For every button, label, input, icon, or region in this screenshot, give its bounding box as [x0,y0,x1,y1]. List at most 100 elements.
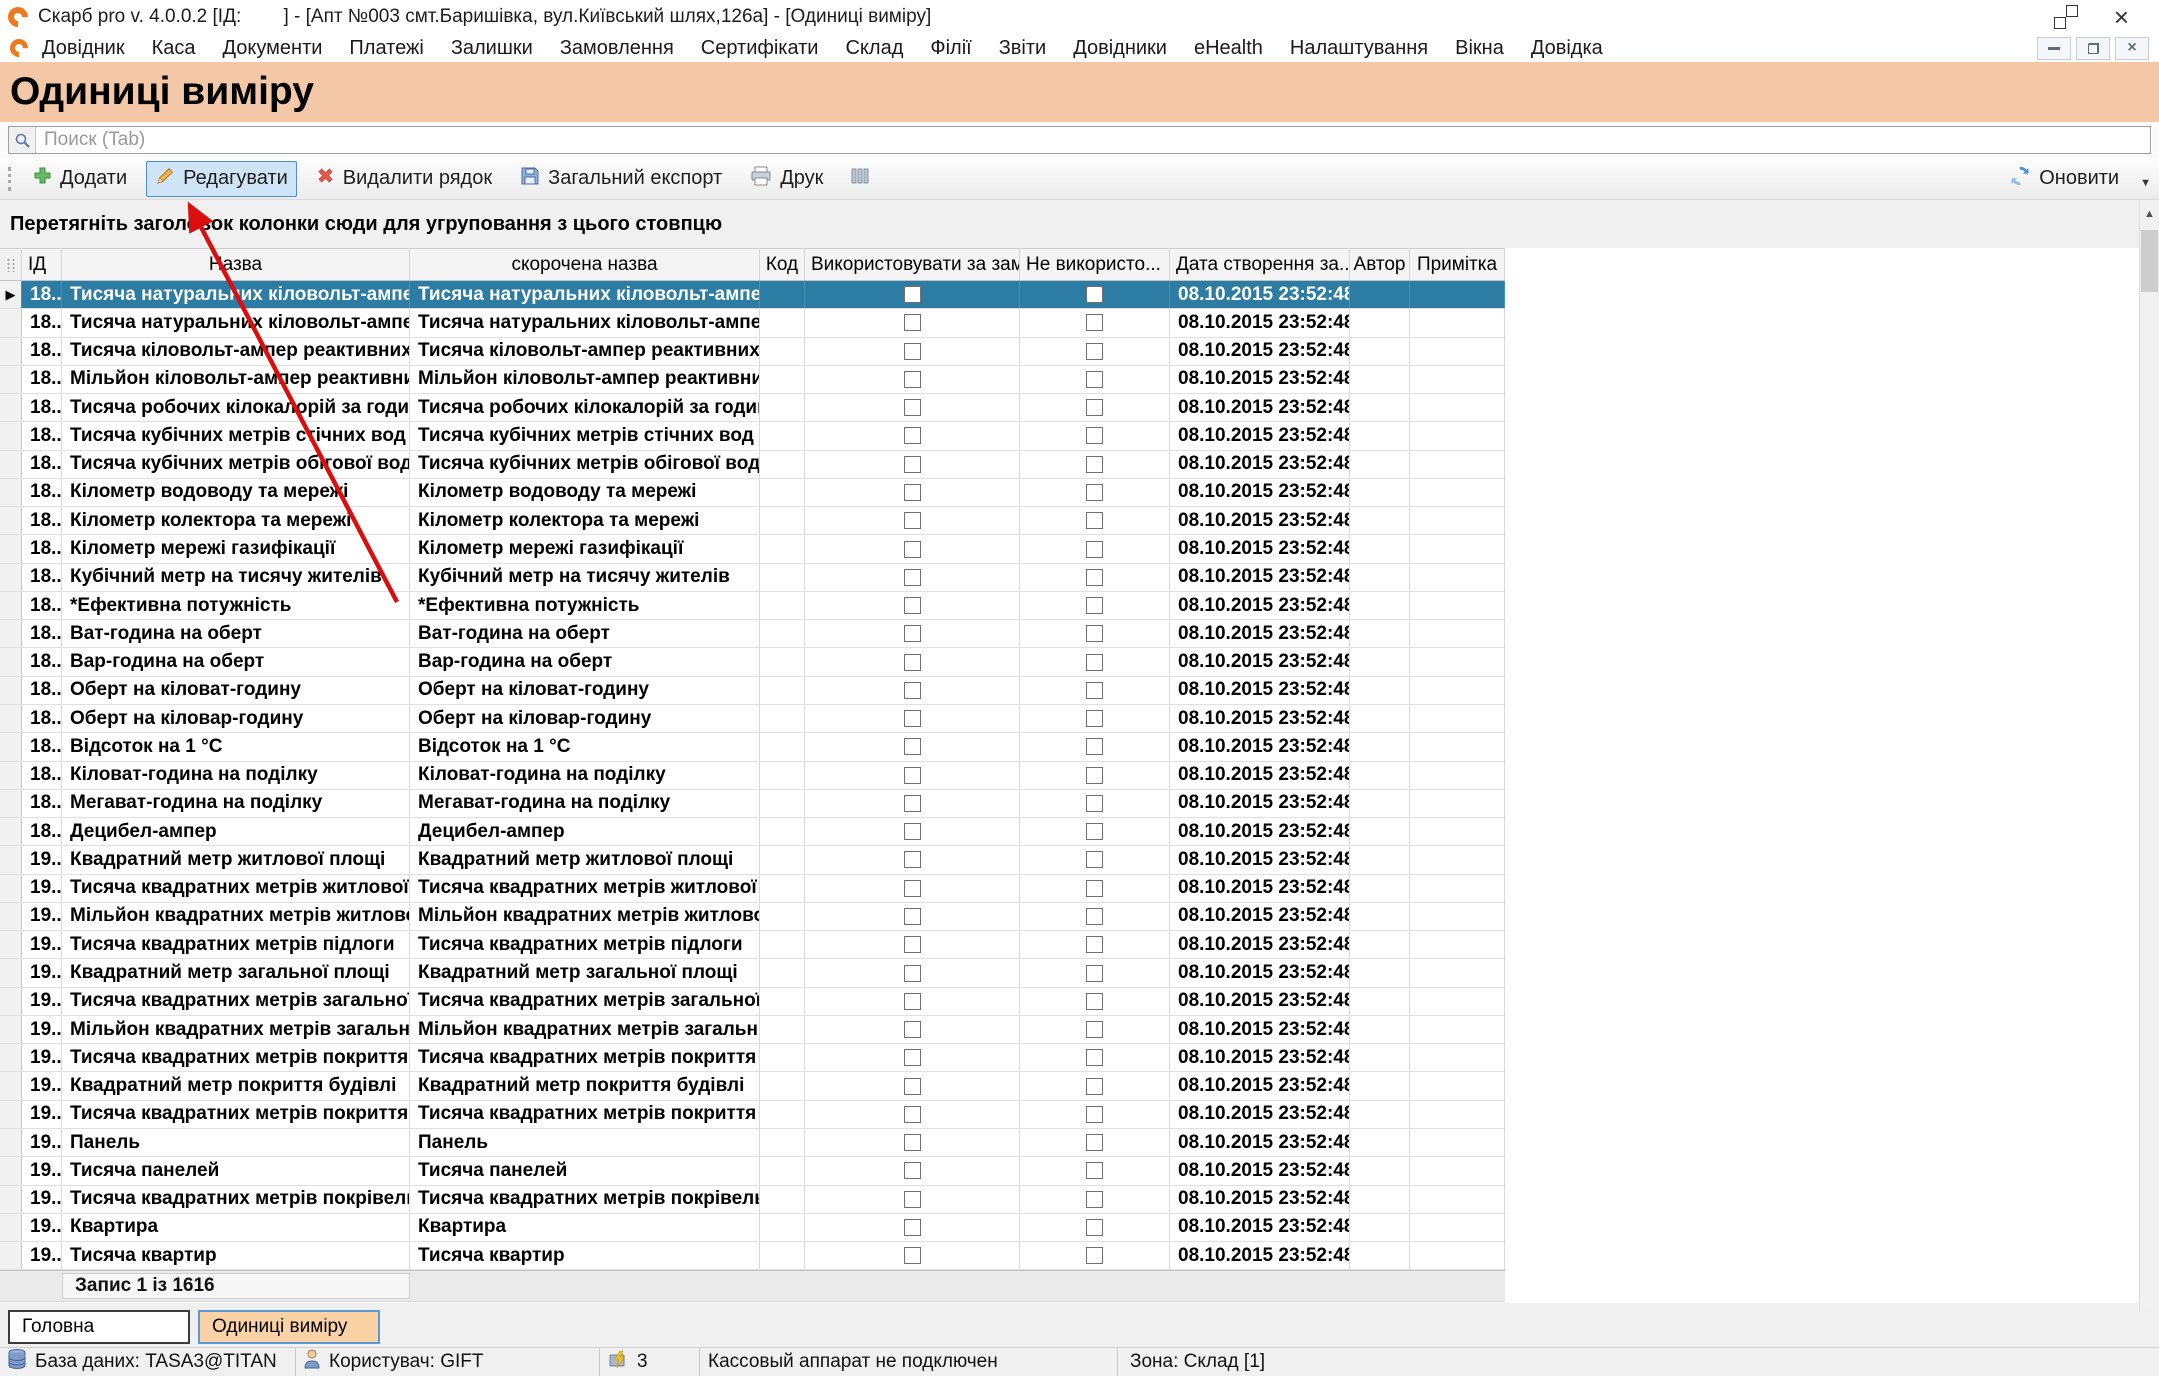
checkbox-use-default[interactable] [904,654,921,671]
delete-row-button[interactable]: Видалити рядок [307,161,501,196]
column-chooser-button[interactable] [842,162,878,196]
menu-item[interactable]: Замовлення [560,37,674,60]
checkbox-not-used[interactable] [1086,682,1103,699]
table-row[interactable]: 19..Квадратний метр загальної площіКвадр… [0,959,1504,987]
column-header[interactable]: Примітка [1410,249,1505,280]
checkbox-not-used[interactable] [1086,993,1103,1010]
checkbox-use-default[interactable] [904,512,921,529]
menu-item[interactable]: Налаштування [1290,37,1428,60]
checkbox-not-used[interactable] [1086,880,1103,897]
checkbox-not-used[interactable] [1086,484,1103,501]
checkbox-not-used[interactable] [1086,1078,1103,1095]
table-row[interactable]: 18..Вар-година на обертВар-година на обе… [0,648,1504,676]
checkbox-use-default[interactable] [904,965,921,982]
checkbox-use-default[interactable] [904,795,921,812]
table-row[interactable]: 19..Тисяча квартирТисяча квартир08.10.20… [0,1242,1504,1270]
checkbox-use-default[interactable] [904,1191,921,1208]
checkbox-not-used[interactable] [1086,1049,1103,1066]
checkbox-not-used[interactable] [1086,1219,1103,1236]
mdi-close-button[interactable]: × [2115,37,2149,60]
table-row[interactable]: 18..Кілометр колектора та мережіКілометр… [0,507,1504,535]
table-row[interactable]: 19..Квадратний метр покриття будівліКвад… [0,1072,1504,1100]
column-header[interactable]: Дата створення за... [1170,249,1350,280]
table-row[interactable]: 18..Кубічний метр на тисячу жителівКубіч… [0,564,1504,592]
checkbox-not-used[interactable] [1086,1021,1103,1038]
column-header[interactable]: Використовувати за замо... [805,249,1020,280]
column-header[interactable]: Автор [1350,249,1410,280]
table-row[interactable]: 19..Тисяча квадратних метрів підлогиТися… [0,931,1504,959]
checkbox-not-used[interactable] [1086,399,1103,416]
table-row[interactable]: 18..Мільйон кіловольт-ампер реактивнихМі… [0,366,1504,394]
table-row[interactable]: 19..Квадратний метр житлової площіКвадра… [0,846,1504,874]
checkbox-use-default[interactable] [904,1247,921,1264]
tab-home[interactable]: Головна [8,1310,190,1344]
checkbox-not-used[interactable] [1086,1106,1103,1123]
group-by-panel[interactable]: Перетягніть заголовок колонки сюди для у… [0,200,2159,248]
table-row[interactable]: 18..Тисяча кіловольт-ампер реактивнихТис… [0,338,1504,366]
checkbox-use-default[interactable] [904,936,921,953]
checkbox-not-used[interactable] [1086,936,1103,953]
checkbox-use-default[interactable] [904,738,921,755]
tab-units[interactable]: Одиниці виміру [198,1310,380,1344]
checkbox-use-default[interactable] [904,880,921,897]
table-row[interactable]: 18..Тисяча робочих кілокалорій за годину… [0,394,1504,422]
checkbox-use-default[interactable] [904,569,921,586]
column-header[interactable]: ІД [22,249,62,280]
checkbox-use-default[interactable] [904,1106,921,1123]
menu-item[interactable]: Звіти [999,37,1046,60]
menu-item[interactable]: Склад [845,37,903,60]
checkbox-use-default[interactable] [904,767,921,784]
table-row[interactable]: 19..Тисяча квадратних метрів житлової ..… [0,875,1504,903]
table-row[interactable]: 18..Тисяча кубічних метрів обігової води… [0,451,1504,479]
refresh-button[interactable]: Оновити [2000,160,2128,198]
checkbox-not-used[interactable] [1086,823,1103,840]
checkbox-use-default[interactable] [904,851,921,868]
checkbox-not-used[interactable] [1086,965,1103,982]
close-button[interactable]: × [2114,4,2129,30]
column-header[interactable]: Назва [62,249,410,280]
row-indicator-header[interactable] [0,249,22,280]
checkbox-use-default[interactable] [904,597,921,614]
checkbox-not-used[interactable] [1086,1134,1103,1151]
table-row[interactable]: 18..Децибел-амперДецибел-ампер08.10.2015… [0,818,1504,846]
checkbox-use-default[interactable] [904,1162,921,1179]
checkbox-not-used[interactable] [1086,371,1103,388]
table-row[interactable]: 18..*Ефективна потужність*Ефективна поту… [0,592,1504,620]
table-row[interactable]: 18..Кілометр мережі газифікаціїКілометр … [0,535,1504,563]
checkbox-use-default[interactable] [904,625,921,642]
table-row[interactable]: 19..Тисяча квадратних метрів покриттяТис… [0,1044,1504,1072]
checkbox-not-used[interactable] [1086,1191,1103,1208]
table-row[interactable]: 18..Оберт на кіловар-годинуОберт на кіло… [0,705,1504,733]
checkbox-use-default[interactable] [904,314,921,331]
checkbox-not-used[interactable] [1086,512,1103,529]
checkbox-not-used[interactable] [1086,1247,1103,1264]
table-row[interactable]: 19..Тисяча квадратних метрів покрівель..… [0,1186,1504,1214]
table-row[interactable]: 19..Тисяча квадратних метрів загальної..… [0,988,1504,1016]
checkbox-not-used[interactable] [1086,541,1103,558]
table-row[interactable]: 19..Мільйон квадратних метрів житлово...… [0,903,1504,931]
checkbox-not-used[interactable] [1086,314,1103,331]
menu-item[interactable]: Вікна [1455,37,1504,60]
table-row[interactable]: 19..ПанельПанель08.10.2015 23:52:48 [0,1129,1504,1157]
checkbox-use-default[interactable] [904,1219,921,1236]
column-header[interactable]: скорочена назва [410,249,760,280]
checkbox-use-default[interactable] [904,1078,921,1095]
checkbox-not-used[interactable] [1086,738,1103,755]
checkbox-not-used[interactable] [1086,286,1103,303]
search-icon[interactable] [9,127,36,153]
menu-item[interactable]: Філії [930,37,971,60]
checkbox-use-default[interactable] [904,484,921,501]
column-header[interactable]: Код [760,249,805,280]
checkbox-not-used[interactable] [1086,569,1103,586]
table-row[interactable]: 18..Тисяча кубічних метрів стічних вод з… [0,422,1504,450]
table-row[interactable]: 19..Тисяча квадратних метрів покриття ..… [0,1101,1504,1129]
menu-item[interactable]: Платежі [349,37,423,60]
menu-item[interactable]: Довідники [1073,37,1167,60]
checkbox-use-default[interactable] [904,1049,921,1066]
menu-item[interactable]: Сертифікати [701,37,819,60]
table-row[interactable]: 18..Оберт на кіловат-годинуОберт на кіло… [0,677,1504,705]
table-row[interactable]: 18..Ват-година на обертВат-година на обе… [0,620,1504,648]
checkbox-use-default[interactable] [904,456,921,473]
scroll-up-arrow[interactable]: ▲ [2140,200,2159,228]
table-row[interactable]: 18..Відсоток на 1 °СВідсоток на 1 °С08.1… [0,733,1504,761]
